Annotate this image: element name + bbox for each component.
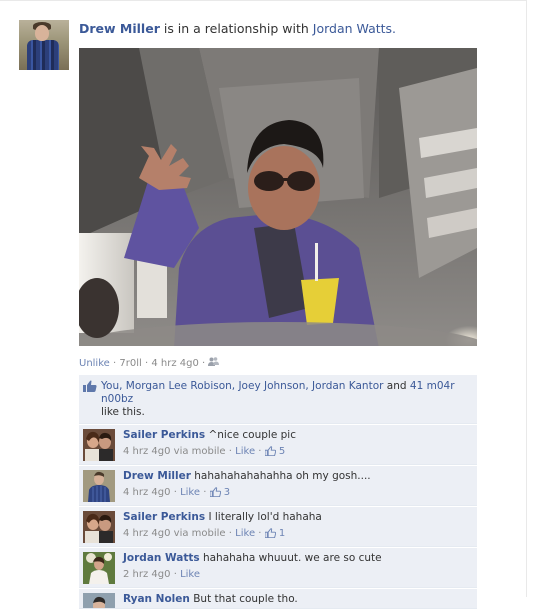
commenter-avatar[interactable] xyxy=(83,552,115,584)
commenter-avatar[interactable] xyxy=(83,511,115,543)
comment-author-link[interactable]: Ryan Nolen xyxy=(123,593,190,605)
news-feed-story: Drew Miller is in a relationship with Jo… xyxy=(0,0,537,609)
comment-author-link[interactable]: Drew Miller xyxy=(123,470,191,482)
comment-item: Sailer Perkins I literally lol'd hahaha … xyxy=(79,507,477,547)
comment-meta: 4 hrz 4g0 via mobile · Like · 5 xyxy=(123,446,285,459)
comment-body: Jordan Watts hahahaha whuuut. we are so … xyxy=(123,552,382,564)
story-verb: is in a relationship with xyxy=(163,21,309,36)
divider xyxy=(526,0,527,597)
comment-body: Drew Miller hahahahahahahha oh my gosh..… xyxy=(123,470,371,482)
comment-like-count[interactable]: 1 xyxy=(264,528,286,541)
likers-names-link[interactable]: You, Morgan Lee Robison, Joey Johnson, J… xyxy=(101,380,383,392)
comment-time[interactable]: 4 hrz 4g0 via mobile xyxy=(123,528,226,539)
partner-name-link[interactable]: Jordan Watts. xyxy=(313,21,396,36)
comment-like-count[interactable]: 3 xyxy=(209,487,231,500)
unlike-link[interactable]: Unlike xyxy=(79,358,110,369)
comment-body: Ryan Nolen But that couple tho. xyxy=(123,593,298,605)
separator: · xyxy=(173,569,177,580)
thumbs-up-icon xyxy=(264,528,276,541)
likes-and: and xyxy=(386,380,407,392)
commenter-avatar[interactable] xyxy=(83,470,115,502)
comments-panel: You, Morgan Lee Robison, Joey Johnson, J… xyxy=(79,375,477,609)
separator: · xyxy=(202,358,206,369)
comment-text: But that couple tho. xyxy=(193,593,298,605)
thumbs-up-icon xyxy=(264,446,276,459)
comment-item: Ryan Nolen But that couple tho. xyxy=(79,589,477,609)
comment-meta: 2 hrz 4g0 · Like xyxy=(123,569,200,580)
comment-body: Sailer Perkins I literally lol'd hahaha xyxy=(123,511,322,523)
like-count: 1 xyxy=(278,528,286,539)
comment-like-count[interactable]: 5 xyxy=(264,446,286,459)
divider xyxy=(0,0,527,1)
comment-author-link[interactable]: Sailer Perkins xyxy=(123,429,205,441)
separator: · xyxy=(144,358,149,369)
comment-like-link[interactable]: Like xyxy=(235,528,255,539)
separator: · xyxy=(203,487,207,498)
comment-time[interactable]: 2 hrz 4g0 xyxy=(123,569,171,580)
comment-text: ^nice couple pic xyxy=(208,429,296,441)
separator: · xyxy=(258,446,262,457)
comment-item: Jordan Watts hahahaha whuuut. we are so … xyxy=(79,548,477,588)
like-count: 3 xyxy=(223,487,231,498)
comment-time[interactable]: 4 hrz 4g0 via mobile xyxy=(123,446,226,457)
comment-text: hahahaha whuuut. we are so cute xyxy=(202,552,382,564)
separator: · xyxy=(113,358,117,369)
comment-item: Sailer Perkins ^nice couple pic 4 hrz 4g… xyxy=(79,425,477,465)
comment-text: hahahahahahahha oh my gosh.... xyxy=(194,470,371,482)
actor-profile-picture[interactable] xyxy=(19,20,69,70)
comment-text: I literally lol'd hahaha xyxy=(208,511,322,523)
separator: · xyxy=(173,487,177,498)
separator: · xyxy=(228,446,232,457)
thumbs-up-icon xyxy=(83,380,97,396)
friends-icon xyxy=(208,357,220,369)
comment-author-link[interactable]: Jordan Watts xyxy=(123,552,200,564)
likes-sentence: You, Morgan Lee Robison, Joey Johnson, J… xyxy=(79,375,477,424)
story-meta: Unlike · 7r0ll · 4 hrz 4g0 · xyxy=(79,357,220,369)
story-tag: 7r0ll xyxy=(119,358,142,369)
story-headline: Drew Miller is in a relationship with Jo… xyxy=(79,21,396,36)
comment-like-link[interactable]: Like xyxy=(180,569,200,580)
comment-author-link[interactable]: Sailer Perkins xyxy=(123,511,205,523)
like-count: 5 xyxy=(278,446,286,457)
separator: · xyxy=(228,528,232,539)
thumbs-up-icon xyxy=(209,487,221,500)
comment-meta: 4 hrz 4g0 · Like · 3 xyxy=(123,487,230,500)
comment-item: Drew Miller hahahahahahahha oh my gosh..… xyxy=(79,466,477,506)
separator: · xyxy=(258,528,262,539)
comment-like-link[interactable]: Like xyxy=(180,487,200,498)
comment-time[interactable]: 4 hrz 4g0 xyxy=(123,487,171,498)
commenter-avatar[interactable] xyxy=(83,429,115,461)
timestamp[interactable]: 4 hrz 4g0 xyxy=(151,358,199,369)
likes-suffix: like this. xyxy=(101,406,145,418)
comment-body: Sailer Perkins ^nice couple pic xyxy=(123,429,296,441)
actor-name-link[interactable]: Drew Miller xyxy=(79,21,160,36)
comment-meta: 4 hrz 4g0 via mobile · Like · 1 xyxy=(123,528,285,541)
story-photo[interactable] xyxy=(79,48,477,346)
commenter-avatar[interactable] xyxy=(83,593,115,608)
comment-like-link[interactable]: Like xyxy=(235,446,255,457)
